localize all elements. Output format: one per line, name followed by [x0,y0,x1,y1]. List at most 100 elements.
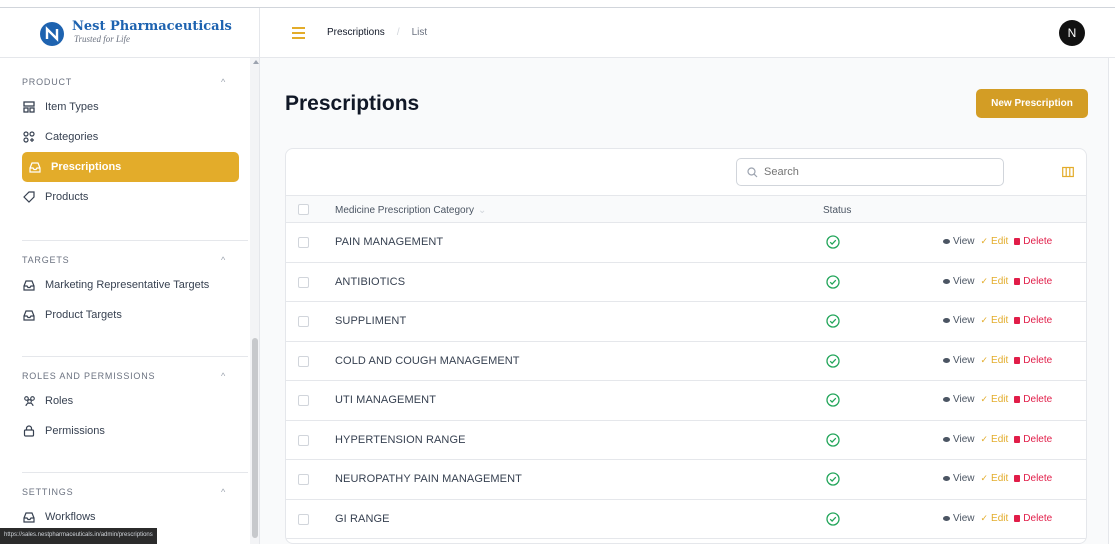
brand[interactable]: Nest Pharmaceuticals Trusted for Life [0,8,259,58]
sidebar-item-categories[interactable]: Categories [22,122,240,152]
eye-icon [943,239,950,244]
nav-group-settings: SETTINGS ^ Workflows [0,482,250,532]
delete-action[interactable]: Delete [1014,276,1052,287]
edit-action[interactable]: ✓ Edit [981,434,1009,445]
row-checkbox[interactable] [298,276,309,288]
nav-group-header[interactable]: ROLES AND PERMISSIONS ^ [0,366,250,386]
view-action[interactable]: View [943,513,975,524]
delete-action[interactable]: Delete [1014,434,1052,445]
edit-action[interactable]: ✓ Edit [981,513,1009,524]
row-checkbox[interactable] [298,395,309,406]
browser-top-edge [0,0,1115,8]
delete-action[interactable]: Delete [1014,513,1052,524]
trash-icon [1014,435,1021,443]
row-checkbox[interactable] [298,237,309,248]
check-circle-icon [826,511,840,526]
row-actions: View ✓ Edit Delete [943,473,1052,484]
trash-icon [1014,356,1021,364]
edit-action[interactable]: ✓ Edit [981,355,1009,366]
view-action[interactable]: View [943,434,975,445]
sidebar-item-marketing-representative-targets[interactable]: Marketing Representative Targets [22,270,240,300]
check-circle-icon [826,472,840,486]
check-circle-icon [826,274,840,289]
columns-toggle-icon[interactable] [1062,166,1074,178]
category-name: NEUROPATHY PAIN MANAGEMENT [335,473,522,485]
pencil-icon: ✓ [980,315,989,325]
scroll-up-arrow-icon[interactable] [253,60,259,64]
edit-label: Edit [991,512,1009,524]
check-circle-icon [826,432,840,447]
delete-label: Delete [1023,275,1053,287]
category-name: PAIN MANAGEMENT [335,236,444,248]
delete-action[interactable]: Delete [1014,473,1052,484]
chevron-up-icon: ^ [220,371,226,381]
view-action[interactable]: View [943,315,975,326]
nav-group-header[interactable]: TARGETS ^ [0,250,250,270]
sidebar-item-prescriptions[interactable]: Prescriptions [22,152,239,182]
sidebar: Nest Pharmaceuticals Trusted for Life PR… [0,8,260,544]
sidebar-item-item-types[interactable]: Item Types [22,92,240,122]
row-actions: View ✓ Edit Delete [943,315,1052,326]
row-checkbox[interactable] [298,513,309,525]
sidebar-item-label: Marketing Representative Targets [45,279,210,291]
nav-divider [22,356,248,357]
edit-label: Edit [991,394,1009,405]
new-prescription-button[interactable]: New Prescription [976,89,1088,118]
edit-action[interactable]: ✓ Edit [981,473,1009,484]
page-scrollbar[interactable] [1108,58,1115,544]
column-header-category[interactable]: Medicine Prescription Category ⌄ [335,205,486,216]
edit-action[interactable]: ✓ Edit [981,394,1009,405]
table-row: NEUROPATHY PAIN MANAGEMENT View ✓ Edit Delet… [286,460,1086,500]
row-actions: View ✓ Edit Delete [943,355,1052,366]
row-checkbox[interactable] [298,355,309,367]
page-title: Prescriptions [285,92,420,115]
view-action[interactable]: View [943,355,975,366]
view-label: View [953,354,975,366]
row-checkbox[interactable] [298,434,309,446]
row-checkbox[interactable] [298,316,309,327]
search-input[interactable] [764,166,984,178]
nav-group-label: SETTINGS [22,487,74,497]
sidebar-scroll-thumb[interactable] [252,338,258,538]
sidebar-item-product-targets[interactable]: Product Targets [22,300,240,330]
view-action[interactable]: View [943,276,975,287]
select-all-checkbox[interactable] [298,204,309,215]
lock-icon [22,424,36,438]
view-action[interactable]: View [943,236,975,247]
sidebar-item-products[interactable]: Products [22,182,240,212]
chevron-up-icon: ^ [220,77,226,87]
view-action[interactable]: View [943,394,975,405]
delete-action[interactable]: Delete [1014,236,1052,247]
row-checkbox[interactable] [298,474,309,485]
view-action[interactable]: View [943,473,975,484]
menu-icon[interactable] [292,26,305,39]
edit-action[interactable]: ✓ Edit [981,276,1009,287]
check-circle-icon [826,353,840,368]
breadcrumb-prescriptions[interactable]: Prescriptions [327,27,385,38]
delete-action[interactable]: Delete [1014,355,1052,366]
delete-action[interactable]: Delete [1014,315,1052,326]
delete-label: Delete [1023,394,1053,405]
avatar[interactable]: N [1059,20,1085,46]
sidebar-scrollbar[interactable] [250,58,259,544]
sidebar-item-label: Categories [45,131,99,143]
edit-action[interactable]: ✓ Edit [981,236,1009,247]
table-row: GI RANGE View ✓ Edit Delete [286,500,1086,539]
view-label: View [953,394,975,405]
sidebar-item-roles[interactable]: Roles [22,386,240,416]
delete-label: Delete [1023,473,1053,484]
pencil-icon: ✓ [980,236,989,246]
nav-group-header[interactable]: PRODUCT ^ [0,72,250,92]
eye-icon [943,515,950,521]
delete-action[interactable]: Delete [1014,394,1052,405]
trash-icon [1014,475,1021,482]
search-box[interactable] [736,158,1004,186]
delete-label: Delete [1023,433,1053,445]
eye-icon [943,318,950,323]
sidebar-item-permissions[interactable]: Permissions [22,416,240,446]
edit-action[interactable]: ✓ Edit [981,315,1009,326]
trash-icon [1014,238,1021,245]
row-actions: View ✓ Edit Delete [943,513,1052,524]
nav-group-header[interactable]: SETTINGS ^ [0,482,250,502]
edit-label: Edit [991,354,1009,366]
